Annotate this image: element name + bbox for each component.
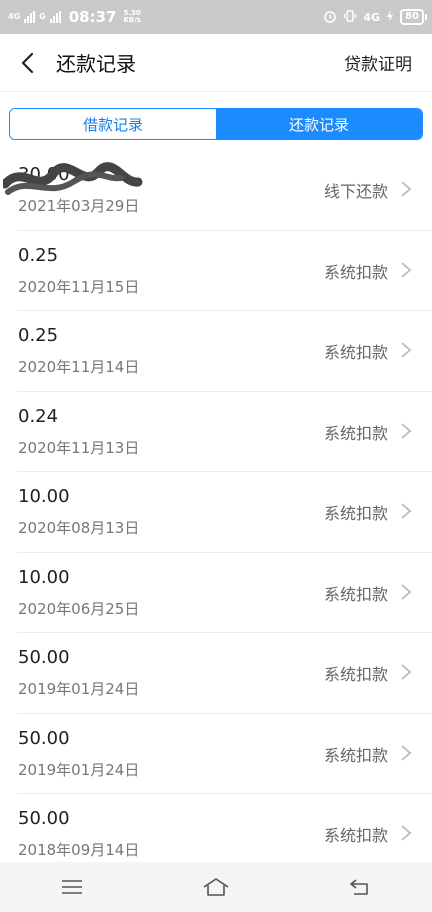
- loan-certificate-link[interactable]: 贷款证明: [344, 50, 412, 75]
- network-type-label-2: G: [39, 12, 46, 21]
- record-date: 2020年11月15日: [18, 277, 140, 296]
- status-bar: 4G G 08:37 5.30 KB/s 4G 80: [0, 0, 432, 34]
- record-type: 系统扣款: [323, 343, 388, 362]
- list-item[interactable]: 0.25 2020年11月14日 系统扣款: [17, 311, 432, 392]
- tab-borrow-records[interactable]: 借款记录: [10, 109, 216, 139]
- record-date: 2020年08月13日: [18, 519, 140, 537]
- home-icon[interactable]: [196, 872, 236, 902]
- back-arrow-icon[interactable]: [20, 52, 42, 74]
- record-date: 2019年01月24日: [18, 680, 140, 698]
- list-item[interactable]: 0.25 2020年11月15日 系统扣款: [17, 231, 432, 311]
- menu-icon[interactable]: [52, 872, 92, 902]
- system-nav-bar: [0, 862, 432, 912]
- chevron-right-icon: [401, 422, 412, 439]
- record-type: 系统扣款: [323, 262, 388, 282]
- repayment-list: 30.00 2021年03月29日 线下还款 0.25 2020年11月15日 …: [0, 150, 432, 862]
- record-type: 系统扣款: [323, 423, 388, 443]
- record-tabs: 借款记录 还款记录: [9, 108, 423, 140]
- record-amount: 10.00: [18, 486, 70, 507]
- app-header: 还款记录 贷款证明: [0, 34, 432, 92]
- signal-icon-2: [49, 11, 61, 23]
- record-amount: 0.24: [18, 405, 59, 427]
- speed-unit: KB/s: [123, 16, 141, 24]
- record-amount: 10.00: [18, 566, 70, 588]
- page-title: 还款记录: [56, 52, 136, 76]
- record-date: 2021年03月29日: [18, 197, 140, 215]
- list-item[interactable]: 50.00 2019年01月24日 系统扣款: [17, 633, 432, 714]
- vibrate-icon: [343, 9, 357, 26]
- record-amount: 50.00: [18, 808, 70, 829]
- record-type: 线下还款: [323, 182, 388, 201]
- network-type-label: 4G: [8, 12, 21, 21]
- record-date: 2020年11月13日: [18, 438, 140, 457]
- redaction-scribble: [3, 162, 143, 195]
- record-type: 系统扣款: [323, 826, 388, 845]
- list-item[interactable]: 0.24 2020年11月13日 系统扣款: [17, 392, 432, 472]
- signal-icon: [24, 11, 36, 23]
- chevron-right-icon: [401, 744, 412, 761]
- chevron-right-icon: [401, 342, 412, 358]
- record-type: 系统扣款: [323, 584, 388, 604]
- back-icon[interactable]: [340, 872, 380, 902]
- list-item[interactable]: 50.00 2019年01月24日 系统扣款: [17, 714, 432, 794]
- network-speed: 5.30 KB/s: [123, 10, 140, 24]
- record-amount: 0.25: [18, 325, 59, 346]
- charging-icon: [386, 9, 394, 25]
- chevron-right-icon: [401, 181, 412, 197]
- record-amount: 50.00: [18, 727, 70, 749]
- record-date: 2020年11月14日: [18, 358, 140, 376]
- chevron-right-icon: [401, 825, 412, 841]
- list-item[interactable]: 10.00 2020年08月13日 系统扣款: [17, 472, 432, 553]
- tab-repay-records[interactable]: 还款记录: [216, 109, 422, 139]
- record-type: 系统扣款: [323, 665, 388, 684]
- list-item[interactable]: 50.00 2018年09月14日 系统扣款: [17, 794, 432, 862]
- chevron-right-icon: [401, 664, 412, 680]
- record-date: 2019年01月24日: [18, 760, 140, 779]
- alarm-icon: [323, 9, 337, 26]
- list-item[interactable]: 10.00 2020年06月25日 系统扣款: [17, 553, 432, 633]
- chevron-right-icon: [401, 503, 412, 519]
- battery-level: 80: [405, 11, 419, 22]
- record-type: 系统扣款: [323, 504, 388, 523]
- network-4g-label: 4G: [363, 10, 381, 24]
- list-item[interactable]: 30.00 2021年03月29日 线下还款: [3, 150, 432, 231]
- record-amount: 0.25: [18, 244, 59, 266]
- record-date: 2020年06月25日: [18, 599, 140, 618]
- clock-time: 08:37: [68, 8, 117, 26]
- record-type: 系统扣款: [323, 745, 388, 765]
- record-date: 2018年09月14日: [18, 841, 140, 859]
- battery-icon: 80: [400, 9, 427, 25]
- chevron-right-icon: [401, 261, 412, 278]
- record-amount: 50.00: [18, 647, 70, 668]
- chevron-right-icon: [401, 583, 412, 600]
